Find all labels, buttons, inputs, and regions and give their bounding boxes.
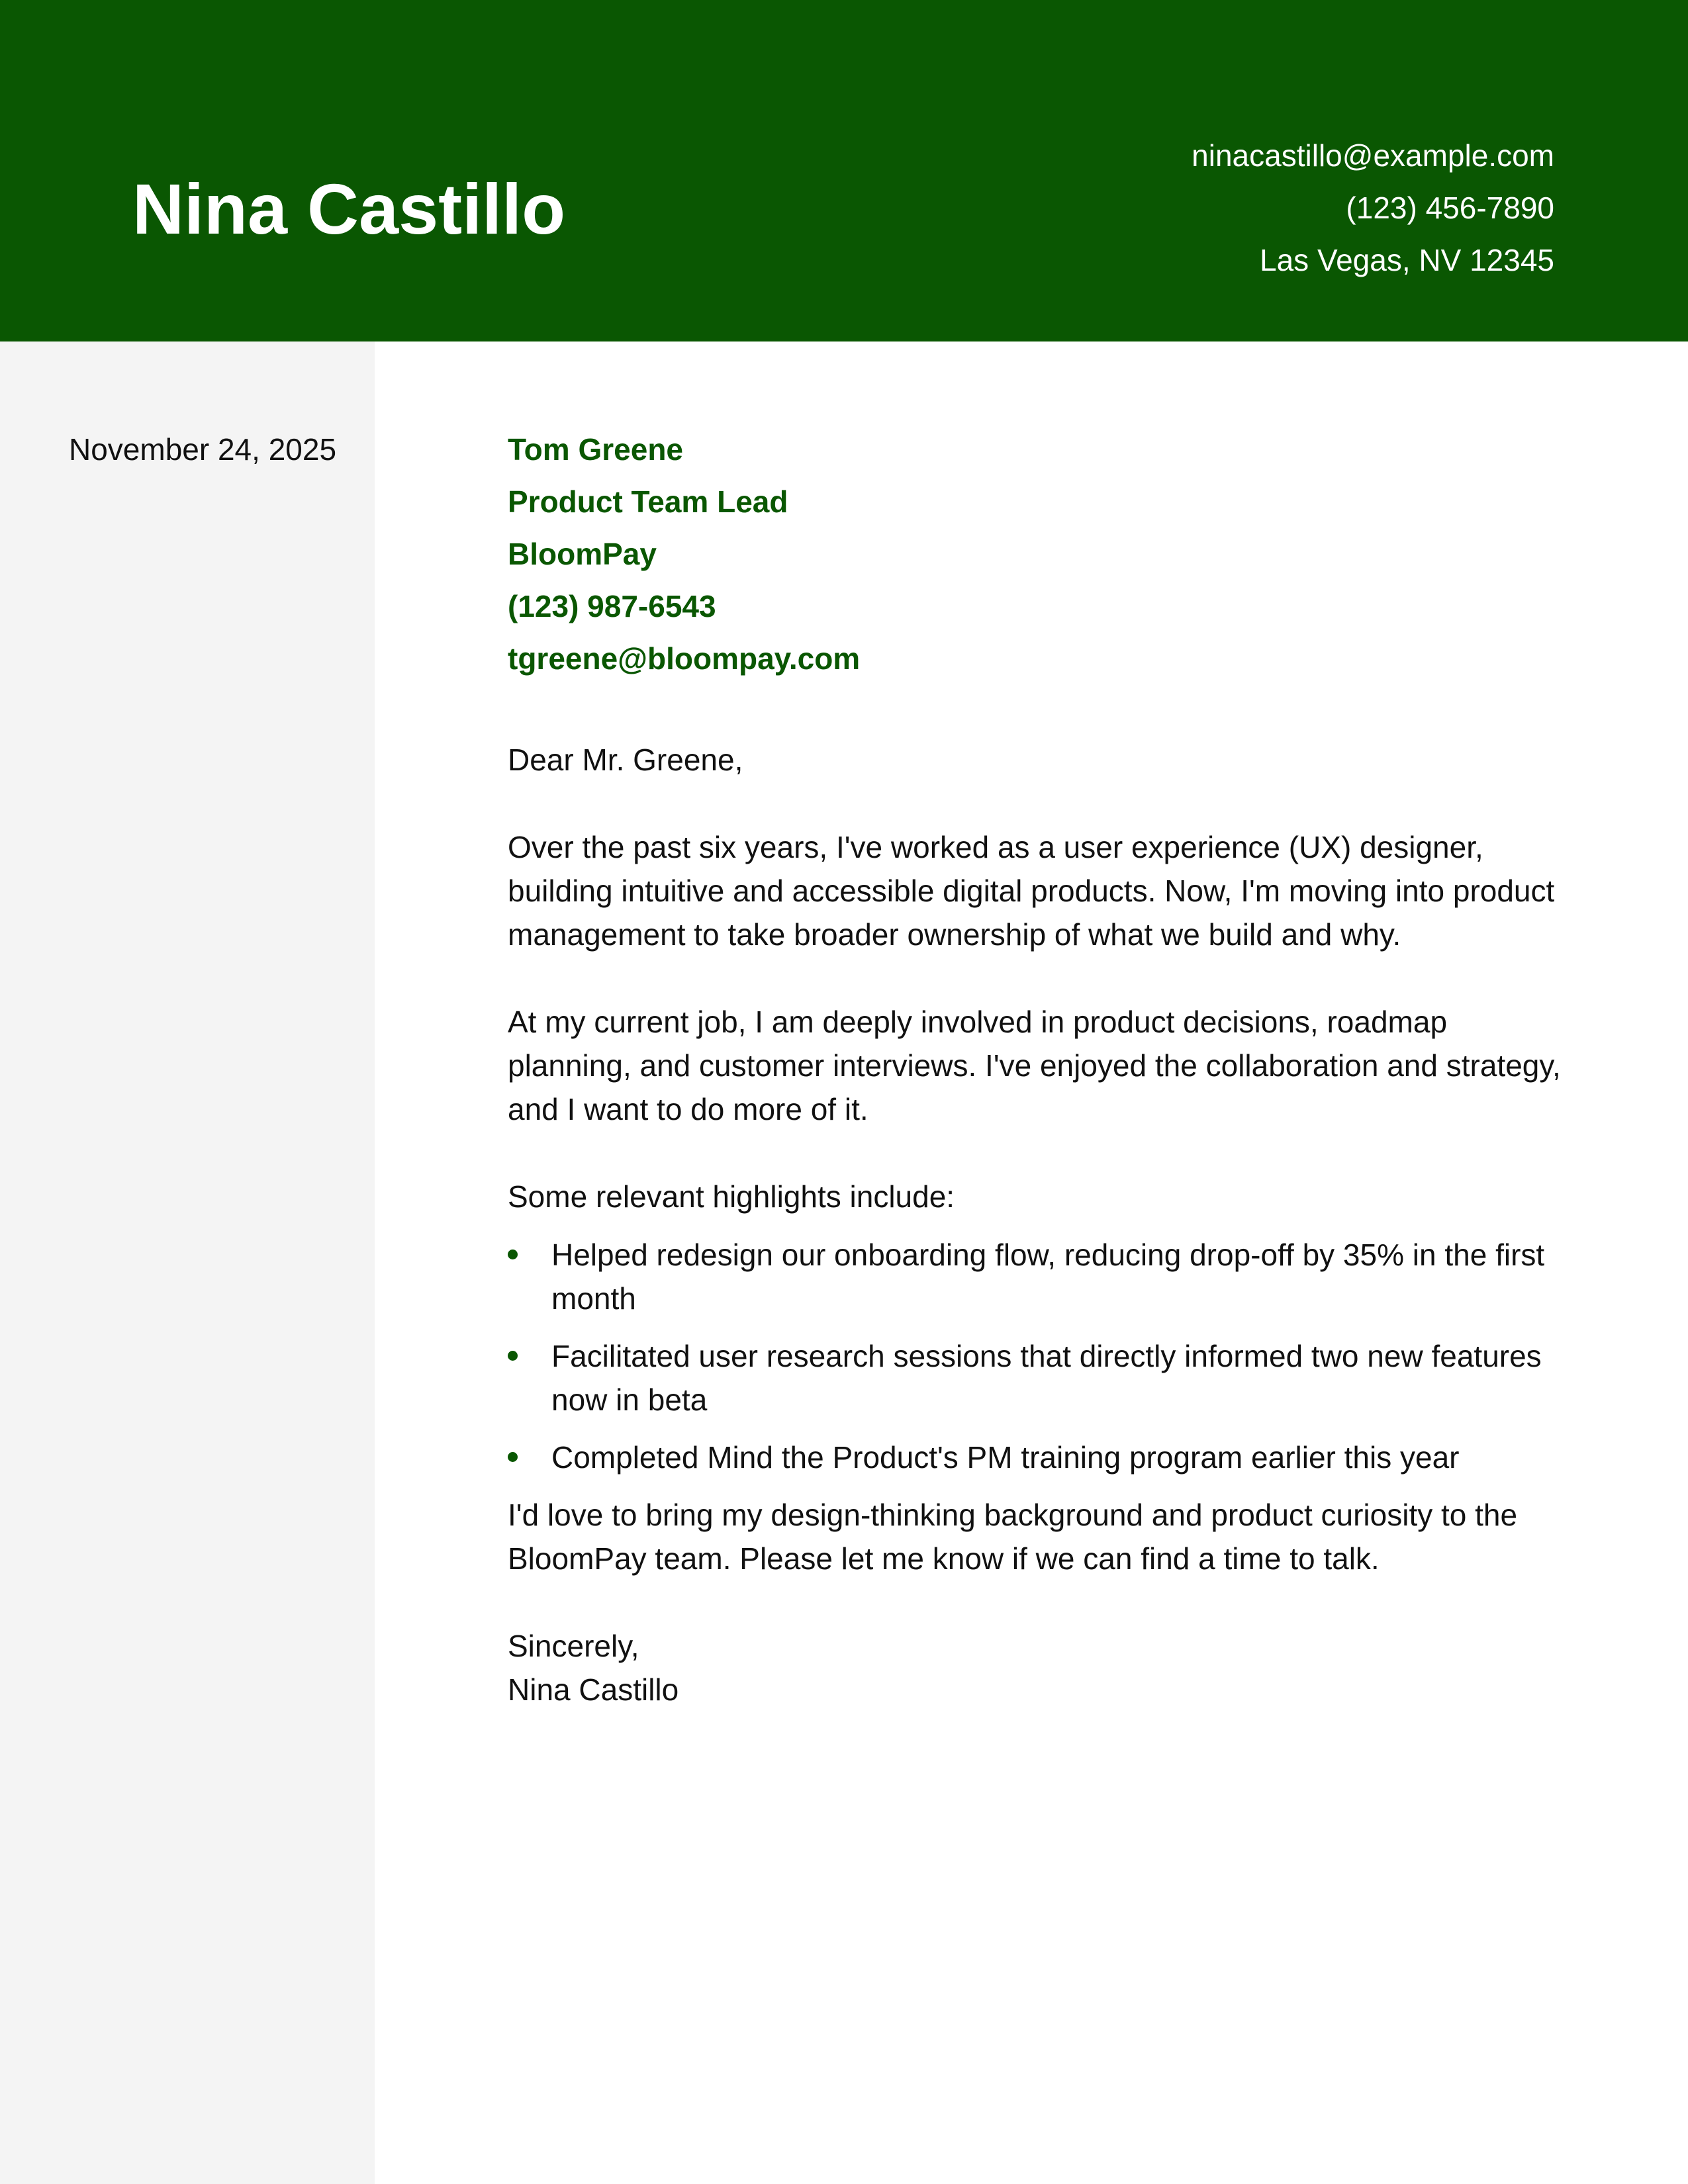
applicant-email: ninacastillo@example.com <box>1192 138 1554 173</box>
closing-block: Sincerely, Nina Castillo <box>508 1624 1564 1711</box>
signature: Nina Castillo <box>508 1672 679 1707</box>
list-item: Facilitated user research sessions that … <box>508 1334 1564 1422</box>
highlight-text: Facilitated user research sessions that … <box>551 1339 1542 1417</box>
list-item: Helped redesign our onboarding flow, red… <box>508 1233 1564 1320</box>
bullet-icon <box>508 1452 518 1462</box>
recipient-email: tgreene@bloompay.com <box>508 641 861 676</box>
paragraph-2: At my current job, I am deeply involved … <box>508 1005 1561 1126</box>
applicant-name: Nina Castillo <box>132 169 566 249</box>
paragraph-1: Over the past six years, I've worked as … <box>508 830 1555 952</box>
salutation: Dear Mr. Greene, <box>508 743 743 777</box>
list-item: Completed Mind the Product's PM training… <box>508 1435 1564 1479</box>
closing: Sincerely, <box>508 1629 639 1663</box>
recipient-name: Tom Greene <box>508 432 683 467</box>
recipient-phone: (123) 987-6543 <box>508 589 716 623</box>
highlights-intro: Some relevant highlights include: <box>508 1179 955 1214</box>
letter-date: November 24, 2025 <box>69 432 337 467</box>
highlight-text: Completed Mind the Product's PM training… <box>551 1440 1460 1475</box>
letter-content: Dear Mr. Greene, Over the past six years… <box>508 738 1564 1711</box>
recipient-block: Tom Greene Product Team Lead BloomPay (1… <box>508 424 1564 685</box>
contact-info: ninacastillo@example.com (123) 456-7890 … <box>1192 130 1554 287</box>
bullet-icon <box>508 1351 518 1361</box>
highlight-text: Helped redesign our onboarding flow, red… <box>551 1238 1545 1316</box>
recipient-title: Product Team Lead <box>508 484 788 519</box>
highlights-list: Helped redesign our onboarding flow, red… <box>508 1233 1564 1479</box>
paragraph-3: I'd love to bring my design-thinking bac… <box>508 1498 1518 1576</box>
header-banner: Nina Castillo ninacastillo@example.com (… <box>0 0 1688 341</box>
sidebar <box>0 341 375 2184</box>
applicant-phone: (123) 456-7890 <box>1346 191 1554 225</box>
letter-body: Tom Greene Product Team Lead BloomPay (1… <box>508 424 1564 1711</box>
bullet-icon <box>508 1250 518 1259</box>
applicant-location: Las Vegas, NV 12345 <box>1260 243 1554 277</box>
recipient-company: BloomPay <box>508 537 657 571</box>
